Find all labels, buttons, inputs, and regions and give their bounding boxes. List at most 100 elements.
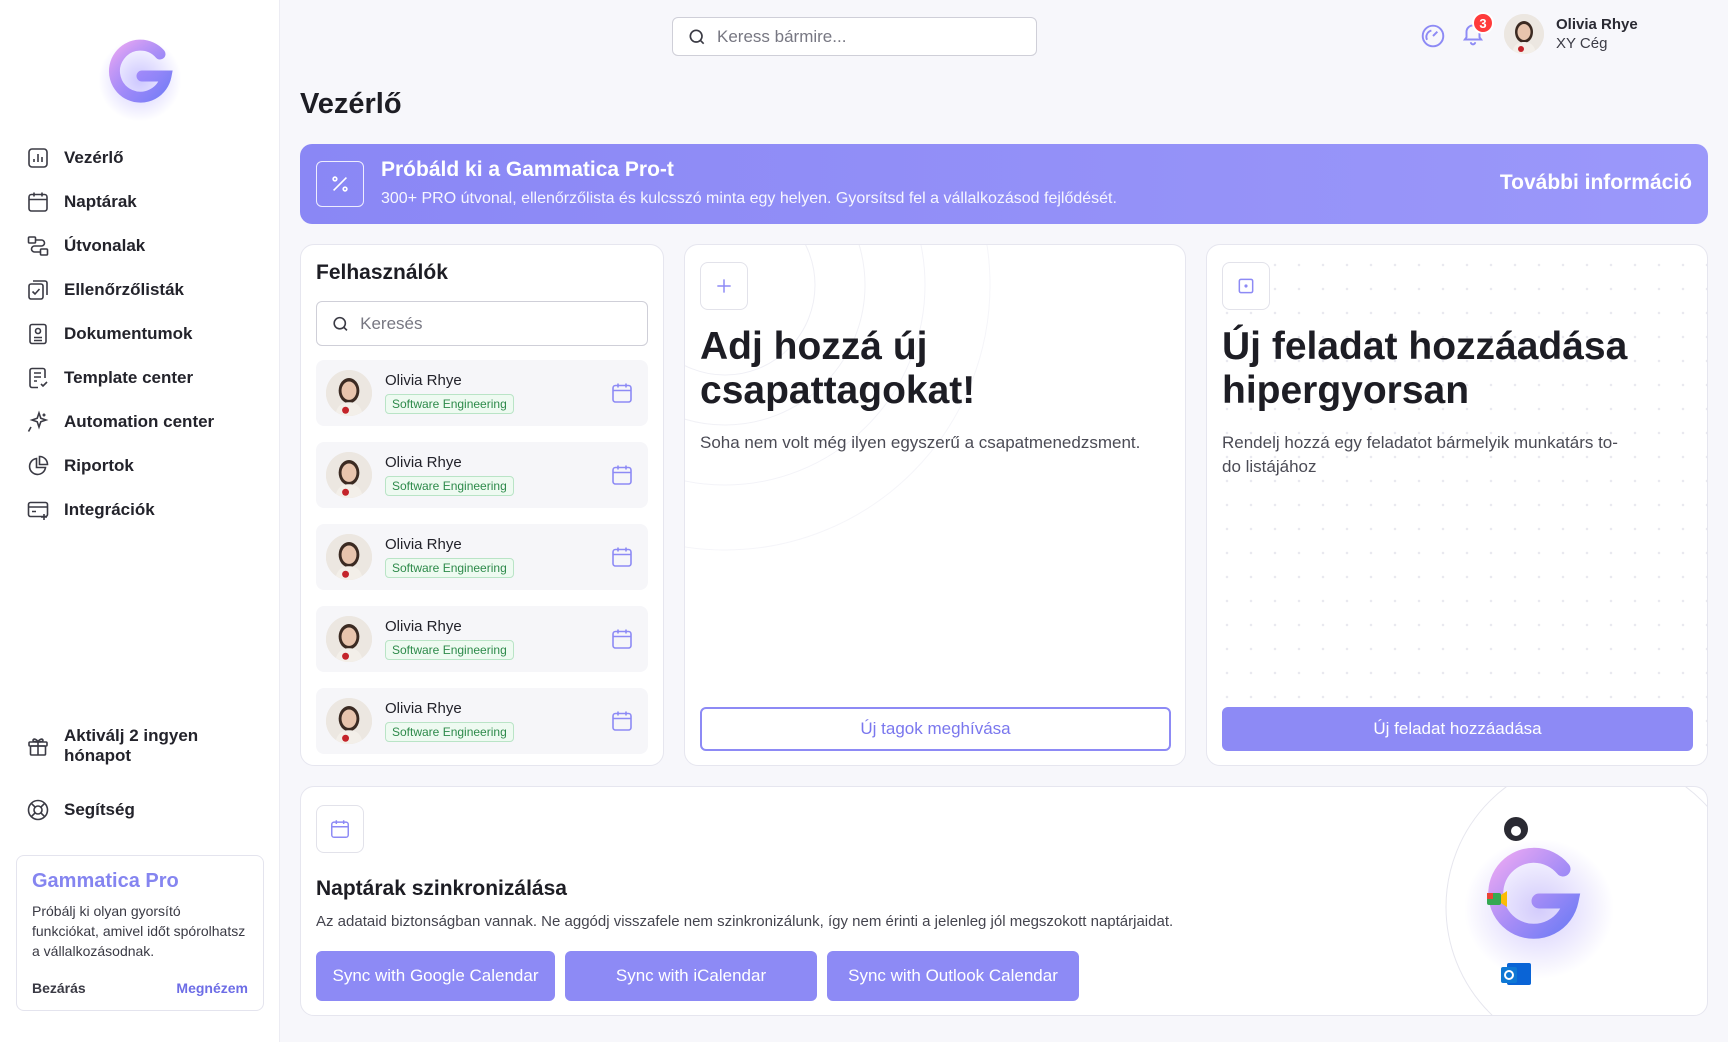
square-dot-icon[interactable] (1222, 262, 1270, 310)
sidebar-item-routes[interactable]: Útvonalak (26, 224, 266, 268)
calendar-sync-card: Naptárak szinkronizálása Az adataid bizt… (300, 786, 1708, 1016)
sync-desc: Az adataid biztonságban vannak. Ne aggód… (316, 913, 1174, 930)
promo-section: Aktiválj 2 ingyen hónapot (26, 724, 266, 768)
invite-card-desc: Soha nem volt még ilyen egyszerű a csapa… (700, 433, 1141, 452)
sparkle-icon (27, 410, 49, 432)
app-logo[interactable] (92, 24, 188, 122)
template-icon (29, 367, 48, 389)
department-tag: Software Engineering (385, 476, 514, 496)
search-icon (689, 29, 705, 44)
add-task-button[interactable]: Új feladat hozzáadása (1222, 707, 1693, 751)
pro-card-close-button[interactable]: Bezárás (32, 980, 86, 996)
plus-icon[interactable] (700, 262, 748, 310)
avatar (326, 452, 372, 498)
topbar-icons: 3 (1420, 12, 1494, 51)
add-task-card: Új feladat hozzáadása hipergyorsan Rende… (1206, 244, 1708, 766)
user-name: Olivia Rhye (1556, 16, 1638, 33)
user-row-name: Olivia Rhye (385, 536, 462, 553)
avatar (326, 698, 372, 744)
pro-card-title: Gammatica Pro (32, 870, 179, 892)
sidebar-item-calendars[interactable]: Naptárak (26, 180, 266, 224)
route-icon (27, 236, 49, 256)
sidebar-item-label: Ellenőrzőlisták (64, 280, 184, 299)
pie-chart-icon (28, 455, 49, 476)
pro-card-view-button[interactable]: Megnézem (176, 980, 248, 996)
invite-team-card: Adj hozzá új csapattagokat! Soha nem vol… (684, 244, 1186, 766)
notifications-button[interactable]: 3 (1460, 12, 1494, 51)
avatar (326, 534, 372, 580)
sidebar-item-label: Automation center (64, 412, 215, 431)
sidebar-item-dashboard[interactable]: Vezérlő (26, 136, 266, 180)
google-meet-icon (1487, 891, 1507, 907)
users-card-title: Felhasználók (316, 261, 448, 284)
sidebar-item-reports[interactable]: Riportok (26, 444, 266, 488)
calendar-icon[interactable] (610, 463, 634, 487)
search-icon (333, 316, 348, 331)
user-company: XY Cég (1556, 35, 1608, 52)
calendar-icon (28, 192, 48, 212)
sidebar-item-checklists[interactable]: Ellenőrzőlisták (26, 268, 266, 312)
table-row[interactable]: Olivia Rhye Software Engineering (316, 606, 648, 672)
user-row-name: Olivia Rhye (385, 618, 462, 635)
sidebar-item-documents[interactable]: Dokumentumok (26, 312, 266, 356)
checklist-icon (28, 280, 48, 300)
user-row-name: Olivia Rhye (385, 372, 462, 389)
decorative-dots (1207, 245, 1707, 765)
chart-bar-icon (28, 148, 48, 168)
banner-title: Próbáld ki a Gammatica Pro-t (381, 158, 674, 181)
sync-google-button[interactable]: Sync with Google Calendar (316, 951, 555, 1001)
sidebar-item-integrations[interactable]: Integrációk (26, 488, 266, 532)
department-tag: Software Engineering (385, 640, 514, 660)
department-tag: Software Engineering (385, 558, 514, 578)
apple-icon (1504, 817, 1528, 841)
user-list: Olivia Rhye Software Engineering Olivia … (316, 360, 648, 754)
banner-more-info-link[interactable]: További információ (1500, 171, 1692, 195)
department-tag: Software Engineering (385, 722, 514, 742)
percent-icon (316, 161, 364, 207)
global-search (672, 17, 1037, 56)
sidebar: Vezérlő Naptárak Útvonalak Ellenőrzőlist… (0, 0, 280, 1042)
lifebuoy-icon (27, 799, 49, 821)
integration-icon (27, 501, 49, 520)
user-row-name: Olivia Rhye (385, 454, 462, 471)
notification-badge: 3 (1472, 12, 1494, 34)
sidebar-item-label: Integrációk (64, 500, 155, 519)
sidebar-item-label: Dokumentumok (64, 324, 193, 343)
calendar-icon (316, 805, 364, 853)
user-menu[interactable]: Olivia Rhye XY Cég (1504, 14, 1638, 54)
page-title: Vezérlő (300, 88, 402, 120)
pro-card-text: Próbálj ki olyan gyorsító funkciókat, am… (32, 903, 246, 959)
sync-icalendar-button[interactable]: Sync with iCalendar (565, 951, 817, 1001)
sync-illustration (1445, 787, 1707, 1015)
table-row[interactable]: Olivia Rhye Software Engineering (316, 688, 648, 754)
sync-outlook-button[interactable]: Sync with Outlook Calendar (827, 951, 1079, 1001)
invite-members-button[interactable]: Új tagok meghívása (700, 707, 1171, 751)
sidebar-item-automation-center[interactable]: Automation center (26, 400, 266, 444)
sync-title: Naptárak szinkronizálása (316, 877, 567, 900)
sync-buttons: Sync with Google Calendar Sync with iCal… (316, 951, 1089, 1001)
calendar-icon[interactable] (610, 381, 634, 405)
sidebar-item-template-center[interactable]: Template center (26, 356, 266, 400)
sidebar-item-label: Vezérlő (64, 148, 124, 167)
calendar-icon[interactable] (610, 545, 634, 569)
sidebar-item-label: Template center (64, 368, 194, 387)
table-row[interactable]: Olivia Rhye Software Engineering (316, 524, 648, 590)
department-tag: Software Engineering (385, 394, 514, 414)
task-card-desc: Rendelj hozzá egy feladatot bármelyik mu… (1222, 433, 1618, 476)
activate-free-months-label: Aktiválj 2 ingyen hónapot (64, 726, 199, 765)
sidebar-item-label: Naptárak (64, 192, 137, 211)
help-link[interactable]: Segítség (26, 788, 266, 832)
activate-free-months-link[interactable]: Aktiválj 2 ingyen hónapot (26, 724, 266, 768)
sidebar-item-label: Riportok (64, 456, 134, 475)
avatar (326, 616, 372, 662)
table-row[interactable]: Olivia Rhye Software Engineering (316, 442, 648, 508)
calendar-icon[interactable] (610, 709, 634, 733)
table-row[interactable]: Olivia Rhye Software Engineering (316, 360, 648, 426)
calendar-icon[interactable] (610, 627, 634, 651)
user-search-input[interactable] (360, 313, 647, 334)
speedometer-icon[interactable] (1420, 23, 1446, 49)
sidebar-nav: Vezérlő Naptárak Útvonalak Ellenőrzőlist… (26, 136, 266, 532)
pro-banner: Próbáld ki a Gammatica Pro-t 300+ PRO út… (300, 144, 1708, 224)
users-card: Felhasználók Olivia Rhye Software Engine… (300, 244, 664, 766)
global-search-input[interactable] (717, 26, 1017, 47)
